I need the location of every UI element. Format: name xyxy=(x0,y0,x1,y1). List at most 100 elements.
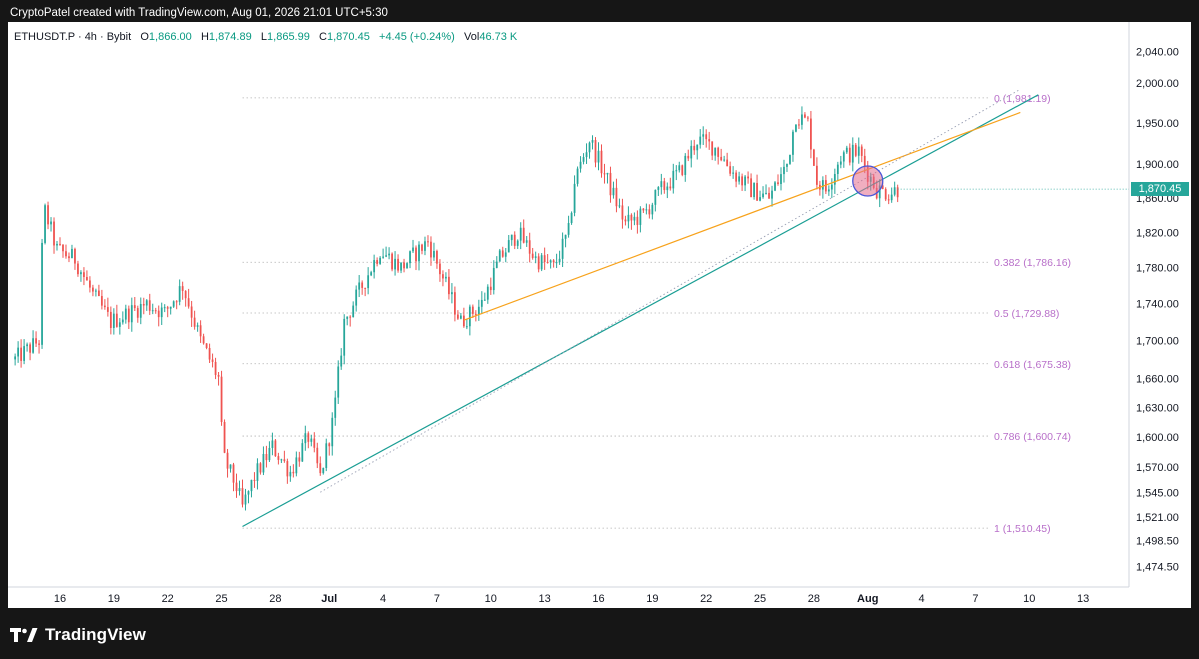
candle-body xyxy=(295,457,298,474)
candle-body xyxy=(708,139,711,142)
candle-body xyxy=(753,182,755,198)
candle-body xyxy=(20,347,23,361)
candle-body xyxy=(154,310,157,312)
candle-body xyxy=(854,144,857,156)
candle-body xyxy=(735,172,738,182)
y-tick-label: 1,740.00 xyxy=(1136,299,1179,311)
candle-body xyxy=(801,114,803,125)
candle-body xyxy=(459,315,462,319)
candle-body xyxy=(585,152,588,158)
candle-body xyxy=(178,286,181,302)
candle-body xyxy=(848,147,851,163)
candle-body xyxy=(591,140,594,143)
y-tick-label: 2,040.00 xyxy=(1136,46,1179,58)
chart-panel[interactable]: 0 (1,981.19) 0.382 (1,786.16) 0.5 (1,729.8… xyxy=(8,22,1191,608)
candle-body xyxy=(259,463,262,473)
candle-body xyxy=(44,205,46,243)
candle-body xyxy=(421,244,423,251)
candle-body xyxy=(307,433,310,442)
candle-body xyxy=(343,318,346,356)
candle-body xyxy=(720,156,723,161)
candle-body xyxy=(570,212,573,224)
candle-body xyxy=(244,494,247,505)
candle-body xyxy=(214,361,217,375)
candle-body xyxy=(627,214,630,222)
candle-body xyxy=(205,343,208,348)
candle-body xyxy=(696,144,699,151)
candle-body xyxy=(175,301,178,303)
x-tick-label: 25 xyxy=(754,593,766,605)
candle-body xyxy=(220,376,223,422)
candle-body xyxy=(127,308,130,323)
candle-body xyxy=(498,250,501,262)
tradingview-footer[interactable]: TradingView xyxy=(10,625,146,645)
candle-body xyxy=(576,168,579,184)
volume-value: 46.73 K xyxy=(479,31,518,43)
candle-body xyxy=(567,223,570,235)
candle-body xyxy=(451,292,453,295)
candle-body xyxy=(738,176,741,182)
low-value: 1,865.99 xyxy=(267,31,310,43)
trendline-teal[interactable] xyxy=(242,94,1039,528)
candle-body xyxy=(157,310,160,318)
candle-body xyxy=(621,205,624,220)
close-value: 1,870.45 xyxy=(327,31,370,43)
x-tick-label: 28 xyxy=(808,593,820,605)
x-tick-label: 10 xyxy=(1023,593,1035,605)
candle-body xyxy=(430,241,432,258)
candle-body xyxy=(522,227,525,243)
candle-body xyxy=(732,172,735,174)
candle-body xyxy=(510,234,513,241)
candle-body xyxy=(223,421,226,453)
candle-body xyxy=(370,272,373,276)
candle-body xyxy=(624,219,627,222)
y-tick-label: 1,780.00 xyxy=(1136,263,1179,275)
candle-body xyxy=(268,447,271,461)
candle-body xyxy=(74,248,76,264)
candle-body xyxy=(795,124,797,132)
symbol-legend: ETHUSDT.P · 4h · Bybit O1,866.00 H1,874.… xyxy=(14,31,517,43)
candle-body xyxy=(97,290,100,297)
candle-body xyxy=(654,189,657,205)
symbol-name[interactable]: ETHUSDT.P · 4h · Bybit xyxy=(14,31,131,43)
candle-body xyxy=(62,244,64,252)
candle-body xyxy=(322,467,325,474)
fib-level-label: 0.786 (1,600.74) xyxy=(994,431,1071,443)
candle-body xyxy=(528,240,531,254)
candle-body xyxy=(813,149,815,166)
candle-body xyxy=(427,241,429,243)
candle-body xyxy=(642,208,645,211)
candle-body xyxy=(456,314,459,319)
candle-body xyxy=(552,260,555,263)
candle-body xyxy=(265,453,268,461)
trendline-dotted[interactable] xyxy=(320,88,1021,493)
candle-body xyxy=(759,197,761,201)
y-tick-label: 1,660.00 xyxy=(1136,373,1179,385)
y-tick-label: 1,950.00 xyxy=(1136,118,1179,130)
candle-body xyxy=(474,313,477,315)
candle-body xyxy=(130,305,133,323)
candle-body xyxy=(762,193,764,198)
trendline-orange[interactable] xyxy=(463,111,1021,321)
candle-body xyxy=(301,443,304,462)
candle-body xyxy=(80,272,82,275)
candle-body xyxy=(211,359,214,362)
candle-body xyxy=(887,199,890,201)
candle-body xyxy=(827,189,830,192)
candle-body xyxy=(115,313,118,327)
candle-body xyxy=(675,170,678,172)
candle-body xyxy=(705,134,708,140)
candle-body xyxy=(112,313,115,328)
breakdown-marker[interactable] xyxy=(852,165,884,197)
candle-body xyxy=(59,243,61,245)
candle-body xyxy=(477,306,480,315)
candle-body xyxy=(636,216,639,225)
price-chart[interactable]: 0 (1,981.19)0.382 (1,786.16)0.5 (1,729.8… xyxy=(8,22,1191,608)
candle-body xyxy=(196,325,199,327)
candle-body xyxy=(756,182,758,201)
candle-body xyxy=(792,131,794,155)
candle-body xyxy=(14,356,17,360)
candle-body xyxy=(741,176,743,186)
candle-body xyxy=(235,482,238,492)
candle-body xyxy=(304,433,307,444)
